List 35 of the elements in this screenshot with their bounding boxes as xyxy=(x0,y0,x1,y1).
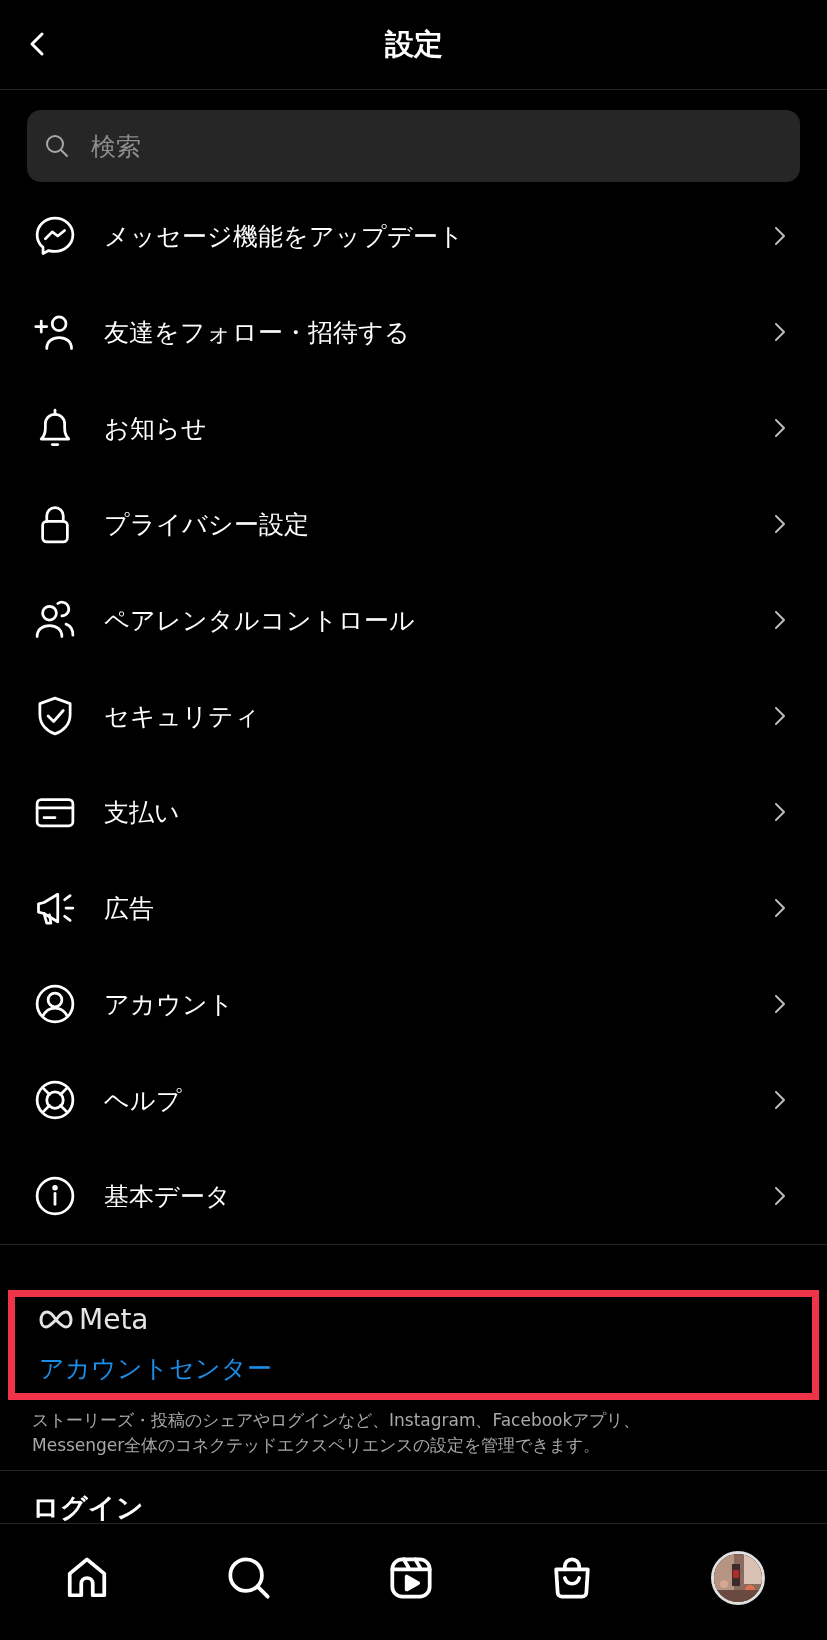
menu-item[interactable]: メッセージ機能をアップデート xyxy=(0,188,827,284)
menu-item[interactable]: セキュリティ xyxy=(0,668,827,764)
search-icon[interactable] xyxy=(225,1555,272,1601)
reels-icon[interactable] xyxy=(387,1555,434,1601)
chevron-icon xyxy=(773,993,787,1015)
chevron-icon xyxy=(773,417,787,439)
chevron-icon xyxy=(773,513,787,535)
menu-item[interactable]: 友達をフォロー・招待する xyxy=(0,284,827,380)
section-heading: ログイン xyxy=(32,1491,144,1523)
chevron-icon xyxy=(773,897,787,919)
search-field[interactable]: 検索 xyxy=(27,110,800,182)
profile-tab[interactable] xyxy=(711,1551,765,1605)
chevron-icon xyxy=(773,1185,787,1207)
chevron-icon xyxy=(773,609,787,631)
description-text: ストーリーズ・投稿のシェアやログインなど、Instagram、Facebookアプリ、Messenger全体のコネクテッドエクスペリエンスの設定を管理できます。 xyxy=(32,1409,642,1457)
chevron-icon xyxy=(773,321,787,343)
person-circle-icon xyxy=(33,982,77,1026)
info-icon xyxy=(33,1174,77,1218)
menu-item[interactable]: 支払い xyxy=(0,764,827,860)
chevron-icon xyxy=(773,1089,787,1111)
chevron-icon xyxy=(773,705,787,727)
account-center-link[interactable]: アカウントセンター xyxy=(39,1352,272,1385)
chevron-icon xyxy=(773,801,787,823)
lifebuoy-icon xyxy=(33,1078,77,1122)
page-title: 設定 xyxy=(384,25,443,63)
menu-item[interactable]: 広告 xyxy=(0,860,827,956)
menu-item[interactable]: ヘルプ xyxy=(0,1052,827,1148)
messenger-icon xyxy=(33,214,77,258)
menu-item[interactable]: お知らせ xyxy=(0,380,827,476)
meta-logo: Meta xyxy=(39,1303,149,1336)
menu-item[interactable]: 基本データ xyxy=(0,1148,827,1244)
menu-item[interactable]: ペアレンタルコントロール xyxy=(0,572,827,668)
chevron-icon xyxy=(773,225,787,247)
menu-item[interactable]: アカウント xyxy=(0,956,827,1052)
menu-item[interactable]: プライバシー設定 xyxy=(0,476,827,572)
